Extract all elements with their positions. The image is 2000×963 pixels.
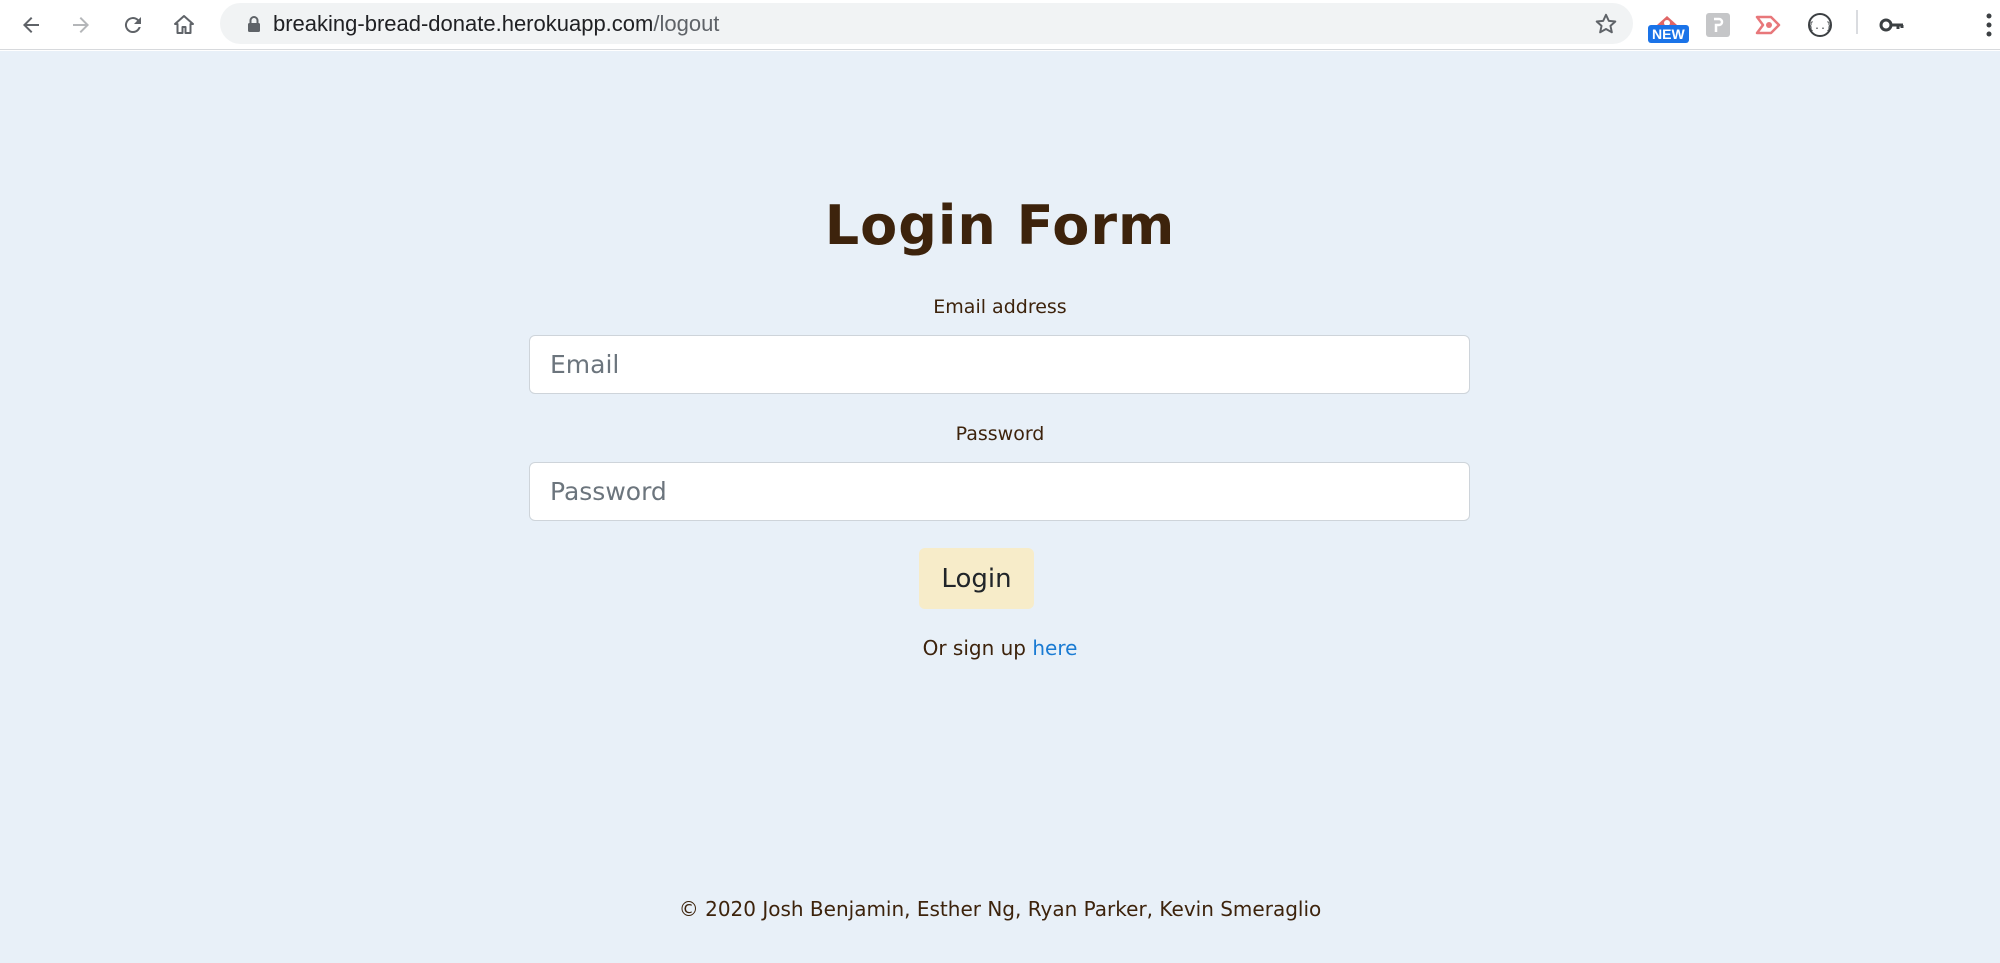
lock-icon [248,16,260,32]
signup-link[interactable]: here [1032,636,1077,660]
password-input[interactable] [529,462,1470,521]
password-key[interactable] [1874,7,1910,43]
login-button[interactable]: Login [919,548,1034,609]
extension-braces[interactable]: {..} [1802,7,1838,43]
key-icon [1879,18,1904,32]
signup-prefix: Or sign up [922,636,1026,660]
forward-button[interactable] [61,5,101,45]
back-button[interactable] [11,5,51,45]
footer-credits: © 2020 Josh Benjamin, Esther Ng, Ryan Pa… [678,897,1322,921]
extension-braces-icon: {..} [1808,13,1832,37]
address-bar[interactable]: breaking-bread-donate.herokuapp.com/logo… [220,3,1633,44]
extension-play[interactable] [1751,7,1787,43]
browser-menu[interactable] [1978,7,2000,43]
back-arrow-icon [23,17,39,33]
toolbar-divider [1856,10,1858,34]
url-text: breaking-bread-donate.herokuapp.com/logo… [273,11,719,37]
svg-text:{..}: {..} [1808,21,1832,32]
reload-button[interactable] [113,5,153,45]
forward-arrow-icon [73,17,89,33]
extension-play-icon [1755,15,1781,35]
password-label: Password [955,423,1045,445]
reload-icon [124,17,141,34]
bookmark-star-icon[interactable] [1593,11,1619,37]
url-path: /logout [653,11,720,36]
extension-puzzle[interactable] [1700,7,1736,43]
page-content: Login Form Email address Password Login … [0,51,2000,963]
browser-toolbar: breaking-bread-donate.herokuapp.com/logo… [0,0,2000,50]
url-host: breaking-bread-donate.herokuapp.com [273,11,654,36]
signup-prompt: Or sign up here [0,636,2000,660]
email-label: Email address [933,296,1067,318]
extension-puzzle-icon [1706,13,1730,37]
page-title: Login Form [824,194,1176,257]
home-button[interactable] [164,5,204,45]
kebab-menu-icon [1986,13,1992,37]
home-icon [174,15,194,34]
email-input[interactable] [529,335,1470,394]
new-badge: NEW [1648,25,1689,43]
